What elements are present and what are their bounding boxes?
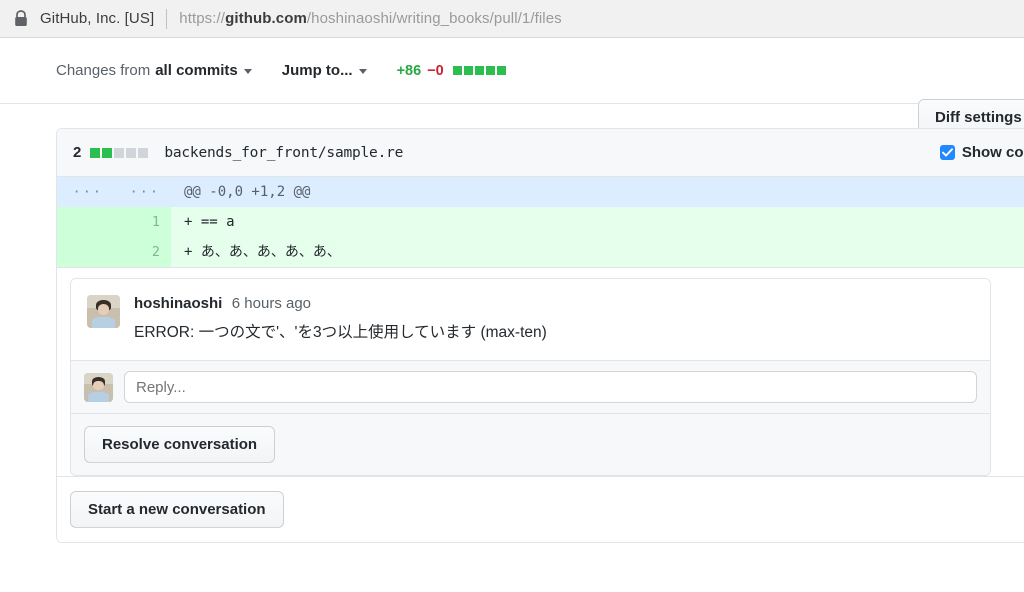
file-path-label[interactable]: backends_for_front/sample.re: [164, 145, 403, 161]
file-diff-card: 2 backends_for_front/sample.re Show comm…: [56, 128, 1024, 544]
changes-from-dropdown[interactable]: Changes from all commits: [56, 62, 252, 79]
comment-text: ERROR: 一つの文で'、'を3つ以上使用しています (max-ten): [134, 324, 547, 341]
line-new-gutter[interactable]: 1: [114, 207, 171, 237]
jump-to-label: Jump to...: [281, 62, 353, 79]
comment-thread-wrapper: hoshinaoshi 6 hours ago ERROR: 一つの文で'、'を…: [57, 267, 1024, 477]
site-identity-label: GitHub, Inc. [US]: [40, 10, 155, 27]
url-text[interactable]: https://github.com/hoshinaoshi/writing_b…: [179, 10, 562, 27]
start-new-conversation-button[interactable]: Start a new conversation: [70, 491, 284, 529]
diff-stat[interactable]: +86 −0: [397, 63, 506, 79]
url-scheme: https://: [179, 10, 226, 27]
comment-header: hoshinaoshi 6 hours ago: [134, 295, 974, 313]
check-icon: [941, 148, 953, 157]
avatar[interactable]: [84, 372, 113, 402]
resolve-zone: Resolve conversation: [71, 413, 990, 476]
url-divider: [166, 8, 168, 29]
pull-request-files-toolbar: Changes from all commits Jump to... +86 …: [0, 38, 1024, 136]
deletions-count: −0: [427, 62, 444, 79]
chevron-down-icon: [243, 69, 252, 74]
show-comments-checkbox[interactable]: [939, 145, 955, 160]
url-path: /hoshinaoshi/writing_books/pull/1/files: [306, 10, 562, 27]
show-comments-label: Show comments: [961, 144, 1024, 161]
diff-added-row: 2 + あ、あ、あ、あ、あ、: [57, 237, 1024, 267]
browser-url-bar[interactable]: GitHub, Inc. [US] https://github.com/hos…: [0, 0, 1024, 38]
diff-stat-blocks: [452, 66, 506, 75]
changes-from-label: Changes from: [56, 62, 151, 79]
line-new-gutter[interactable]: 2: [114, 237, 171, 267]
new-conversation-zone: Start a new conversation: [57, 476, 1024, 543]
lock-icon: [15, 10, 27, 26]
line-old-gutter[interactable]: [57, 237, 114, 267]
file-header: 2 backends_for_front/sample.re Show comm…: [57, 129, 1024, 177]
additions-count: +86: [396, 62, 422, 79]
comment-author[interactable]: hoshinaoshi: [134, 295, 222, 312]
line-old-gutter[interactable]: [57, 207, 114, 237]
diff-added-row: 1 + == a: [57, 207, 1024, 237]
comment-thread: hoshinaoshi 6 hours ago ERROR: 一つの文で'、'を…: [70, 278, 991, 477]
reply-zone: [71, 360, 990, 414]
changes-from-value: all commits: [155, 62, 238, 79]
avatar[interactable]: [87, 295, 120, 328]
jump-to-dropdown[interactable]: Jump to...: [282, 62, 367, 79]
url-host: github.com: [225, 10, 307, 27]
hunk-header-code: @@ -0,0 +1,2 @@: [171, 177, 1024, 207]
show-comments-toggle[interactable]: Show comments: [939, 144, 1024, 161]
resolve-conversation-label: Resolve conversation: [102, 436, 258, 454]
line-code[interactable]: + あ、あ、あ、あ、あ、: [171, 237, 1024, 267]
comment-timestamp: 6 hours ago: [231, 295, 312, 312]
diff-table: ··· ··· @@ -0,0 +1,2 @@ 1 + == a 2 + あ、あ…: [57, 177, 1024, 267]
hunk-old-gutter[interactable]: ···: [57, 177, 114, 207]
file-stat-blocks: [90, 147, 149, 158]
diff-hunk-row: ··· ··· @@ -0,0 +1,2 @@: [57, 177, 1024, 207]
comment: hoshinaoshi 6 hours ago ERROR: 一つの文で'、'を…: [71, 279, 990, 361]
resolve-conversation-button[interactable]: Resolve conversation: [84, 426, 276, 464]
diff-settings-label: Diff settings: [935, 109, 1022, 126]
chevron-down-icon: [358, 69, 367, 74]
file-changed-count: 2: [73, 144, 82, 161]
hunk-new-gutter[interactable]: ···: [114, 177, 171, 207]
reply-input[interactable]: [124, 371, 977, 404]
start-new-conversation-label: Start a new conversation: [88, 501, 266, 519]
line-code[interactable]: + == a: [171, 207, 1024, 237]
